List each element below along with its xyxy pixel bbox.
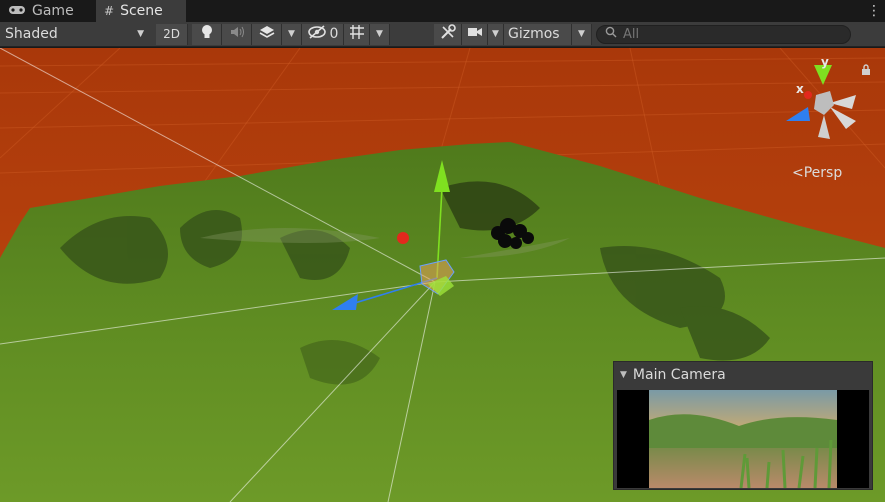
effects-dropdown[interactable]: ▼ [282,23,302,45]
chevron-down-icon: ▼ [288,29,295,39]
layers-icon [259,25,275,43]
tab-game-label: Game [32,3,74,19]
scene-toolbar: Shaded ▼ 2D ▼ 0 ▼ ▼ Gizmos ▼ All [0,22,885,47]
tab-bar: Game # Scene ⋮ [0,0,885,22]
grid-toggle-button[interactable] [344,23,370,45]
chevron-down-icon: ▼ [578,29,585,39]
x-axis-dot [804,91,812,99]
audio-toggle-button[interactable] [222,23,252,45]
projection-label: Persp [803,165,843,181]
grid-dropdown[interactable]: ▼ [370,23,390,45]
camera-preview-title: Main Camera [632,367,726,383]
lighting-toggle-button[interactable] [192,23,222,45]
scene-viewport[interactable]: y x z <Persp ▼ Main Camera [0,48,885,502]
shading-mode-label: Shaded [5,26,58,42]
video-camera-icon [467,26,483,42]
camera-preview-panel: ▼ Main Camera [613,361,873,490]
tools-icon [440,24,456,44]
chevron-down-icon: ▼ [492,29,499,39]
lock-icon[interactable] [861,64,871,80]
search-icon [605,26,617,42]
shading-mode-dropdown[interactable]: Shaded ▼ [0,23,152,45]
speaker-icon [229,25,245,43]
effects-toggle-button[interactable] [252,23,282,45]
lightbulb-icon [201,24,213,44]
camera-preview-header[interactable]: ▼ Main Camera [614,362,872,388]
scene-visibility-button[interactable]: 0 [302,23,344,45]
eye-slash-icon [307,25,327,43]
2d-label: 2D [163,27,180,41]
z-axis-cone [786,107,810,121]
tools-button[interactable] [434,23,462,45]
more-options-icon[interactable]: ⋮ [863,0,885,22]
x-axis-label: x [796,82,804,96]
tab-scene[interactable]: # Scene [96,0,186,22]
camera-settings-button[interactable] [462,23,488,45]
orientation-gizmo[interactable]: y x z [780,53,870,153]
2d-toggle-button[interactable]: 2D [156,23,188,45]
tab-scene-label: Scene [120,3,163,19]
gizmos-label: Gizmos [508,26,560,42]
camera-settings-dropdown[interactable]: ▼ [488,23,504,45]
chevron-down-icon: ▼ [376,29,383,39]
gizmos-button[interactable]: Gizmos [504,23,572,45]
grid-snap-icon [349,24,365,44]
chevron-down-icon: ▼ [137,29,144,39]
projection-toggle[interactable]: <Persp [792,165,842,181]
hidden-count: 0 [329,26,339,42]
chevron-left-icon: < [792,165,804,181]
gizmos-dropdown[interactable]: ▼ [572,23,592,45]
gamepad-icon [8,4,26,19]
search-input[interactable] [623,26,823,42]
grid-icon: # [104,4,115,18]
camera-preview-image [617,390,869,488]
y-axis-label: y [821,55,829,69]
collapse-triangle-icon[interactable]: ▼ [620,370,627,380]
scene-search-field[interactable] [596,24,851,44]
tab-game[interactable]: Game [0,0,96,22]
x-axis-handle [397,232,409,244]
